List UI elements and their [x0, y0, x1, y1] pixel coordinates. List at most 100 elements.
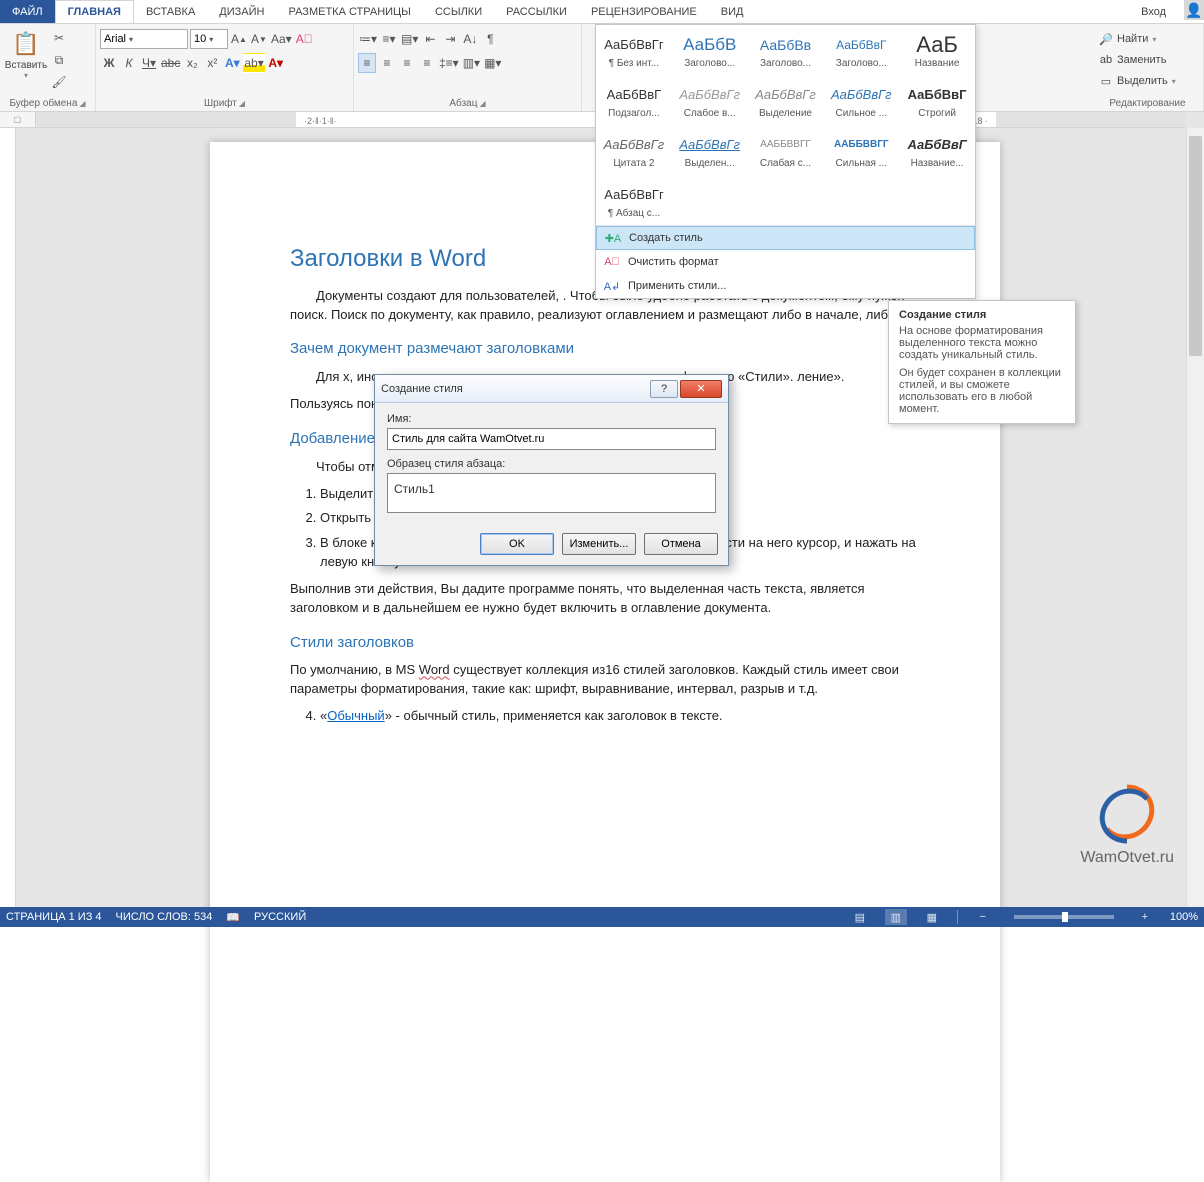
style-name-input[interactable]: [387, 428, 716, 450]
align-right-button[interactable]: ≡: [398, 53, 416, 73]
highlight-button[interactable]: ab▾: [243, 53, 264, 73]
show-marks-button[interactable]: ¶: [481, 29, 499, 49]
zoom-out-button[interactable]: −: [972, 909, 994, 925]
underline-button[interactable]: Ч▾: [140, 53, 158, 73]
style-preview-text: АаБбВвГг: [831, 82, 892, 108]
subscript-button[interactable]: x₂: [183, 53, 201, 73]
print-layout-button[interactable]: ▥: [885, 909, 907, 925]
dialog-launcher-icon[interactable]: ◢: [239, 99, 245, 108]
format-painter-button[interactable]: 🖌: [50, 72, 68, 92]
style-gallery-item[interactable]: АаБбВЗаголово...: [672, 25, 748, 75]
ruler-corner: ▢: [0, 112, 36, 128]
bold-button[interactable]: Ж: [100, 53, 118, 73]
style-gallery-item[interactable]: АаБбВвГгВыделен...: [672, 125, 748, 175]
clear-format-menuitem[interactable]: A⃠Очистить формат: [596, 250, 975, 274]
sign-in-link[interactable]: Вход: [1129, 0, 1178, 23]
style-gallery-item[interactable]: АаБбВвГг¶ Без инт...: [596, 25, 672, 75]
style-name-label: Сильная ...: [836, 158, 887, 169]
style-gallery-item[interactable]: АаБНазвание: [899, 25, 975, 75]
clear-formatting-button[interactable]: A⃠: [295, 29, 314, 49]
font-name-combo[interactable]: Arial▾: [100, 29, 188, 49]
increase-indent-button[interactable]: ⇥: [441, 29, 459, 49]
doc-heading-2: Стили заголовков: [290, 632, 920, 654]
style-gallery-item[interactable]: АаБбВвГЗаголово...: [823, 25, 899, 75]
borders-button[interactable]: ▦▾: [483, 53, 502, 73]
tab-insert[interactable]: ВСТАВКА: [134, 0, 207, 23]
align-left-button[interactable]: ≡: [358, 53, 376, 73]
tab-view[interactable]: ВИД: [709, 0, 756, 23]
italic-button[interactable]: К: [120, 53, 138, 73]
proofing-icon[interactable]: 📖: [226, 911, 240, 924]
change-case-button[interactable]: Aa▾: [270, 29, 293, 49]
tab-review[interactable]: РЕЦЕНЗИРОВАНИЕ: [579, 0, 709, 23]
paste-button[interactable]: 📋 Вставить ▾: [4, 26, 48, 80]
style-gallery-item[interactable]: АаБбВвГНазвание...: [899, 125, 975, 175]
modify-button[interactable]: Изменить...: [562, 533, 636, 555]
language-indicator[interactable]: РУССКИЙ: [254, 911, 306, 923]
shrink-font-button[interactable]: A▼: [250, 29, 268, 49]
read-mode-button[interactable]: ▤: [849, 909, 871, 925]
find-button[interactable]: 🔎Найти▾: [1096, 29, 1159, 49]
zoom-in-button[interactable]: +: [1134, 909, 1156, 925]
strike-button[interactable]: abc: [160, 53, 181, 73]
tab-mailings[interactable]: РАССЫЛКИ: [494, 0, 579, 23]
grow-font-button[interactable]: A▲: [230, 29, 248, 49]
style-gallery-item[interactable]: АаБбВвГгСлабая с...: [748, 125, 824, 175]
copy-button[interactable]: ⧉: [50, 50, 68, 70]
select-button[interactable]: ▭Выделить▾: [1096, 71, 1179, 91]
font-color-button[interactable]: A▾: [267, 53, 285, 73]
style-gallery-item[interactable]: АаБбВвГПодзагол...: [596, 75, 672, 125]
text-effects-button[interactable]: A▾: [223, 53, 241, 73]
word-count[interactable]: ЧИСЛО СЛОВ: 534: [116, 911, 213, 923]
justify-button[interactable]: ≡: [418, 53, 436, 73]
style-name-label: Выделен...: [685, 158, 735, 169]
style-gallery-item[interactable]: АаБбВвГгСильная ...: [823, 125, 899, 175]
ok-button[interactable]: OK: [480, 533, 554, 555]
shading-button[interactable]: ▥▾: [462, 53, 481, 73]
style-gallery-item[interactable]: АаБбВвГгВыделение: [748, 75, 824, 125]
line-spacing-button[interactable]: ‡≡▾: [438, 53, 460, 73]
replace-button[interactable]: abЗаменить: [1096, 50, 1169, 70]
vertical-scrollbar[interactable]: [1186, 128, 1204, 907]
vertical-ruler[interactable]: [0, 128, 16, 907]
zoom-value[interactable]: 100%: [1170, 911, 1198, 923]
zoom-slider[interactable]: [1014, 915, 1114, 919]
tab-file[interactable]: ФАЙЛ: [0, 0, 55, 23]
style-gallery-item[interactable]: АаБбВвЗаголово...: [748, 25, 824, 75]
tab-design[interactable]: ДИЗАЙН: [207, 0, 276, 23]
cancel-button[interactable]: Отмена: [644, 533, 718, 555]
zoom-thumb[interactable]: [1062, 912, 1068, 922]
multilevel-button[interactable]: ▤▾: [400, 29, 419, 49]
align-center-button[interactable]: ≡: [378, 53, 396, 73]
tab-home[interactable]: ГЛАВНАЯ: [55, 0, 134, 23]
tab-references[interactable]: ССЫЛКИ: [423, 0, 494, 23]
create-style-menuitem[interactable]: ✚AСоздать стиль: [596, 226, 975, 250]
help-button[interactable]: ?: [650, 380, 678, 398]
style-gallery-item[interactable]: АаБбВвГгСлабое в...: [672, 75, 748, 125]
style-gallery-item[interactable]: АаБбВвГг¶ Абзац с...: [596, 175, 672, 225]
style-link[interactable]: Обычный: [327, 708, 384, 723]
dialog-titlebar[interactable]: Создание стиля ? ✕: [375, 375, 728, 403]
sort-button[interactable]: A↓: [461, 29, 479, 49]
apply-styles-menuitem[interactable]: A↲Применить стили...: [596, 274, 975, 298]
cut-button[interactable]: ✂: [50, 28, 68, 48]
dialog-launcher-icon[interactable]: ◢: [479, 99, 485, 108]
user-avatar-icon[interactable]: 👤: [1184, 0, 1204, 20]
page-indicator[interactable]: СТРАНИЦА 1 ИЗ 4: [6, 911, 102, 923]
tab-layout[interactable]: РАЗМЕТКА СТРАНИЦЫ: [276, 0, 422, 23]
web-layout-button[interactable]: ▦: [921, 909, 943, 925]
style-gallery-item[interactable]: АаБбВвГСтрогий: [899, 75, 975, 125]
style-name-label: Выделение: [759, 108, 812, 119]
sample-label: Образец стиля абзаца:: [387, 458, 716, 470]
decrease-indent-button[interactable]: ⇤: [421, 29, 439, 49]
font-size-combo[interactable]: 10▾: [190, 29, 228, 49]
superscript-button[interactable]: x²: [203, 53, 221, 73]
close-button[interactable]: ✕: [680, 380, 722, 398]
scrollbar-thumb[interactable]: [1189, 136, 1202, 356]
numbering-button[interactable]: ≡▾: [380, 29, 398, 49]
bullets-button[interactable]: ≔▾: [358, 29, 378, 49]
dialog-launcher-icon[interactable]: ◢: [79, 99, 85, 108]
style-gallery-item[interactable]: АаБбВвГгСильное ...: [823, 75, 899, 125]
font-name-value: Arial: [104, 33, 126, 45]
style-gallery-item[interactable]: АаБбВвГгЦитата 2: [596, 125, 672, 175]
